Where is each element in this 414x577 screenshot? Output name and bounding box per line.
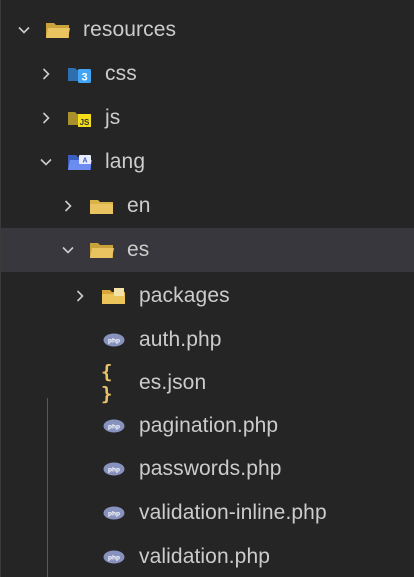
svg-text:php: php [108,555,120,562]
tree-item-label: auth.php [139,328,222,351]
folder-open-icon [45,19,71,41]
chevron-down-icon[interactable] [35,151,57,173]
file-explorer-panel: resources 3 css JS js A lang en es packa… [0,0,414,577]
tree-item-auth-php[interactable]: php auth.php [1,318,414,362]
tree-item-label: pagination.php [139,414,279,437]
tree-item-label: validation.php [139,545,270,568]
tree-item-label: validation-inline.php [139,501,327,524]
tree-item-passwords-php[interactable]: php passwords.php [1,447,414,491]
tree-item-validation-php[interactable]: php validation.php [1,535,414,577]
chevron-right-icon[interactable] [57,195,79,217]
svg-text:php: php [108,424,120,431]
tree-item-en[interactable]: en [1,184,414,228]
package-folder-icon [101,285,127,307]
folder-open-icon [89,239,115,261]
chevron-right-icon[interactable] [69,285,91,307]
tree-item-label: lang [105,150,146,173]
tree-item-packages[interactable]: packages [1,274,414,318]
php-file-icon: php [101,458,127,480]
chevron-right-icon[interactable] [35,107,57,129]
tree-item-label: packages [139,284,230,307]
tree-item-label: resources [83,18,177,41]
chevron-down-icon[interactable] [13,19,35,41]
svg-text:3: 3 [81,72,87,84]
tree-item-es[interactable]: es [1,228,414,272]
tree-item-css[interactable]: 3 css [1,52,414,96]
svg-text:JS: JS [80,118,90,127]
tree-item-label: js [105,106,121,129]
folder-icon [89,195,115,217]
css-folder-icon: 3 [67,63,93,85]
php-file-icon: php [101,502,127,524]
tree-item-validation-inline-php[interactable]: php validation-inline.php [1,491,414,535]
tree-item-label: es [127,238,150,261]
php-file-icon: php [101,415,127,437]
chevron-down-icon[interactable] [57,239,79,261]
tree-item-lang[interactable]: A lang [1,140,414,184]
php-file-icon: php [101,329,127,351]
chevron-right-icon[interactable] [35,63,57,85]
tree-item-label: passwords.php [139,457,282,480]
tree-item-label: en [127,194,151,217]
svg-text:php: php [108,338,120,345]
json-file-icon: { } [101,361,113,405]
tree-item-resources[interactable]: resources [1,8,414,52]
php-file-icon: php [101,546,127,568]
tree-item-js[interactable]: JS js [1,96,414,140]
svg-text:A: A [82,158,87,165]
js-folder-icon: JS [67,107,93,129]
tree-item-es-json[interactable]: { } es.json [1,361,414,405]
svg-text:php: php [108,511,120,518]
tree-item-pagination-php[interactable]: php pagination.php [1,404,414,448]
lang-folder-icon: A [67,151,93,173]
tree-item-label: es.json [139,371,207,394]
svg-text:php: php [108,467,120,474]
tree-item-label: css [105,62,137,85]
